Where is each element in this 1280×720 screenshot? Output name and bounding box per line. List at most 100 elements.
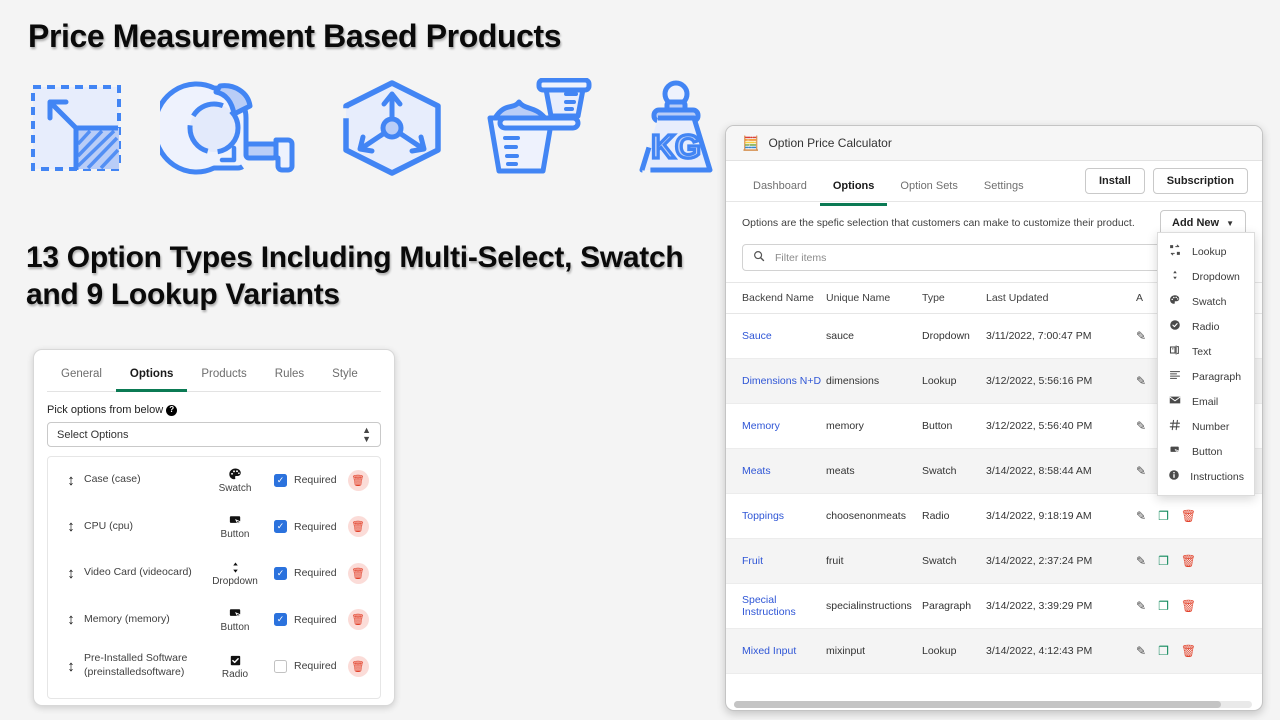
row-action-group: ✎ ❐ 🗑 xyxy=(1136,599,1262,613)
horizontal-scrollbar[interactable] xyxy=(734,701,1252,708)
menu-item-instructions[interactable]: Instructions xyxy=(1158,464,1254,489)
row-backend-name-link[interactable]: Toppings xyxy=(742,510,784,522)
delete-icon[interactable]: 🗑 xyxy=(1181,509,1196,523)
row-type: Radio xyxy=(922,493,986,539)
row-backend-name-link[interactable]: Fruit xyxy=(742,555,763,567)
table-row[interactable]: Fruit fruit Swatch 3/14/2022, 2:37:24 PM… xyxy=(726,538,1262,584)
options-description: Options are the spefic selection that cu… xyxy=(742,217,1135,229)
row-last-updated: 3/12/2022, 5:56:16 PM xyxy=(986,358,1136,404)
header-actions: Install Subscription xyxy=(1084,168,1248,194)
list-item[interactable]: ↕ Case (case) Swatch ✓ Required 🗑 xyxy=(48,457,380,504)
tab-products[interactable]: Products xyxy=(187,368,260,392)
menu-item-paragraph[interactable]: Paragraph xyxy=(1158,364,1254,389)
delete-icon[interactable]: 🗑 xyxy=(1181,644,1196,658)
menu-item-button[interactable]: Button xyxy=(1158,439,1254,464)
col-last-updated[interactable]: Last Updated xyxy=(986,282,1136,314)
required-field[interactable]: ✓ Required xyxy=(274,613,340,627)
table-row[interactable]: Mixed Input mixinput Lookup 3/14/2022, 4… xyxy=(726,628,1262,674)
required-checkbox[interactable]: ✓ xyxy=(274,473,287,487)
window-title: Option Price Calculator xyxy=(768,136,892,150)
col-type[interactable]: Type xyxy=(922,282,986,314)
drag-handle-icon[interactable]: ↕ xyxy=(58,565,84,582)
list-item[interactable]: ↕ Pre-Installed Software (preinstalledso… xyxy=(48,643,380,690)
menu-item-number[interactable]: Number xyxy=(1158,414,1254,439)
promo-icon-row: KG xyxy=(26,78,726,178)
menu-item-email[interactable]: Email xyxy=(1158,389,1254,414)
delete-icon[interactable]: 🗑 xyxy=(1181,554,1196,568)
select-options-dropdown[interactable]: Select Options ▲ ▼ xyxy=(47,422,381,447)
duplicate-icon[interactable]: ❐ xyxy=(1158,644,1169,658)
add-new-label: Add New xyxy=(1172,217,1220,229)
required-field[interactable]: ✓ Required xyxy=(274,566,340,580)
tab-dashboard[interactable]: Dashboard xyxy=(740,169,820,206)
required-label: Required xyxy=(294,613,337,626)
edit-icon[interactable]: ✎ xyxy=(1136,374,1146,388)
delete-icon[interactable]: 🗑 xyxy=(347,516,369,538)
edit-icon[interactable]: ✎ xyxy=(1136,464,1146,478)
list-item[interactable]: ↕ Memory (memory) Button ✓ Required 🗑 xyxy=(48,597,380,644)
menu-item-swatch[interactable]: Swatch xyxy=(1158,289,1254,314)
required-field[interactable]: ✓ Required xyxy=(274,473,340,487)
table-row[interactable]: Special Instructions specialinstructions… xyxy=(726,583,1262,629)
col-unique-name[interactable]: Unique Name xyxy=(826,282,922,314)
menu-item-text[interactable]: Text xyxy=(1158,339,1254,364)
edit-icon[interactable]: ✎ xyxy=(1136,509,1146,523)
subscription-button[interactable]: Subscription xyxy=(1152,168,1248,194)
edit-icon[interactable]: ✎ xyxy=(1136,554,1146,568)
drag-handle-icon[interactable]: ↕ xyxy=(58,658,84,675)
install-button[interactable]: Install xyxy=(1084,168,1145,194)
row-backend-name-link[interactable]: Sauce xyxy=(742,330,772,342)
info-icon xyxy=(1168,469,1180,484)
menu-item-dropdown[interactable]: Dropdown xyxy=(1158,264,1254,289)
drag-handle-icon[interactable]: ↕ xyxy=(58,518,84,535)
list-item[interactable]: ↕ CPU (cpu) Button ✓ Required 🗑 xyxy=(48,504,380,551)
menu-item-label: Swatch xyxy=(1192,295,1227,308)
duplicate-icon[interactable]: ❐ xyxy=(1158,509,1169,523)
required-checkbox[interactable]: ✓ xyxy=(274,613,287,627)
edit-icon[interactable]: ✎ xyxy=(1136,419,1146,433)
pick-options-text: Pick options from below xyxy=(47,404,164,416)
tab-option-sets[interactable]: Option Sets xyxy=(887,169,970,206)
duplicate-icon[interactable]: ❐ xyxy=(1158,554,1169,568)
tab-options[interactable]: Options xyxy=(115,368,188,392)
delete-icon[interactable]: 🗑 xyxy=(347,655,369,677)
row-backend-name-link[interactable]: Mixed Input xyxy=(742,645,796,657)
row-last-updated: 3/14/2022, 9:18:19 AM xyxy=(986,493,1136,539)
required-field[interactable]: ✓ Required xyxy=(274,659,340,673)
delete-icon[interactable]: 🗑 xyxy=(347,562,369,584)
required-checkbox[interactable]: ✓ xyxy=(274,659,287,673)
tab-rules[interactable]: Rules xyxy=(261,368,318,392)
required-checkbox[interactable]: ✓ xyxy=(274,520,287,534)
options-list: ↕ Case (case) Swatch ✓ Required 🗑 ↕ CPU … xyxy=(47,456,381,699)
tab-settings[interactable]: Settings xyxy=(971,169,1037,206)
row-backend-name-link[interactable]: Memory xyxy=(742,420,780,432)
delete-icon[interactable]: 🗑 xyxy=(1181,599,1196,613)
row-last-updated: 3/12/2022, 5:56:40 PM xyxy=(986,403,1136,449)
edit-icon[interactable]: ✎ xyxy=(1136,644,1146,658)
delete-icon[interactable]: 🗑 xyxy=(347,609,369,631)
required-checkbox[interactable]: ✓ xyxy=(274,566,287,580)
drag-handle-icon[interactable]: ↕ xyxy=(58,472,84,489)
delete-icon[interactable]: 🗑 xyxy=(347,469,369,491)
edit-icon[interactable]: ✎ xyxy=(1136,329,1146,343)
row-unique-name: meats xyxy=(826,448,922,494)
tab-options[interactable]: Options xyxy=(819,169,888,206)
table-row[interactable]: Toppings choosenonmeats Radio 3/14/2022,… xyxy=(726,493,1262,539)
row-backend-name-link[interactable]: Special Instructions xyxy=(742,594,796,618)
edit-icon[interactable]: ✎ xyxy=(1136,599,1146,613)
drag-handle-icon[interactable]: ↕ xyxy=(58,611,84,628)
help-icon[interactable]: ? xyxy=(166,404,178,416)
required-field[interactable]: ✓ Required xyxy=(274,520,340,534)
tab-style[interactable]: Style xyxy=(318,368,372,392)
row-backend-name-link[interactable]: Dimensions N+D xyxy=(742,375,821,387)
menu-item-lookup[interactable]: Lookup xyxy=(1158,239,1254,264)
row-backend-name-link[interactable]: Meats xyxy=(742,465,771,477)
row-type: Swatch xyxy=(922,448,986,494)
menu-item-radio[interactable]: Radio xyxy=(1158,314,1254,339)
row-type: Lookup xyxy=(922,358,986,404)
col-backend-name[interactable]: Backend Name xyxy=(726,282,826,314)
tab-general[interactable]: General xyxy=(47,368,116,392)
duplicate-icon[interactable]: ❐ xyxy=(1158,599,1169,613)
list-item[interactable]: ↕ Video Card (videocard) Dropdown ✓ Requ… xyxy=(48,550,380,597)
option-type: Button xyxy=(196,606,274,634)
